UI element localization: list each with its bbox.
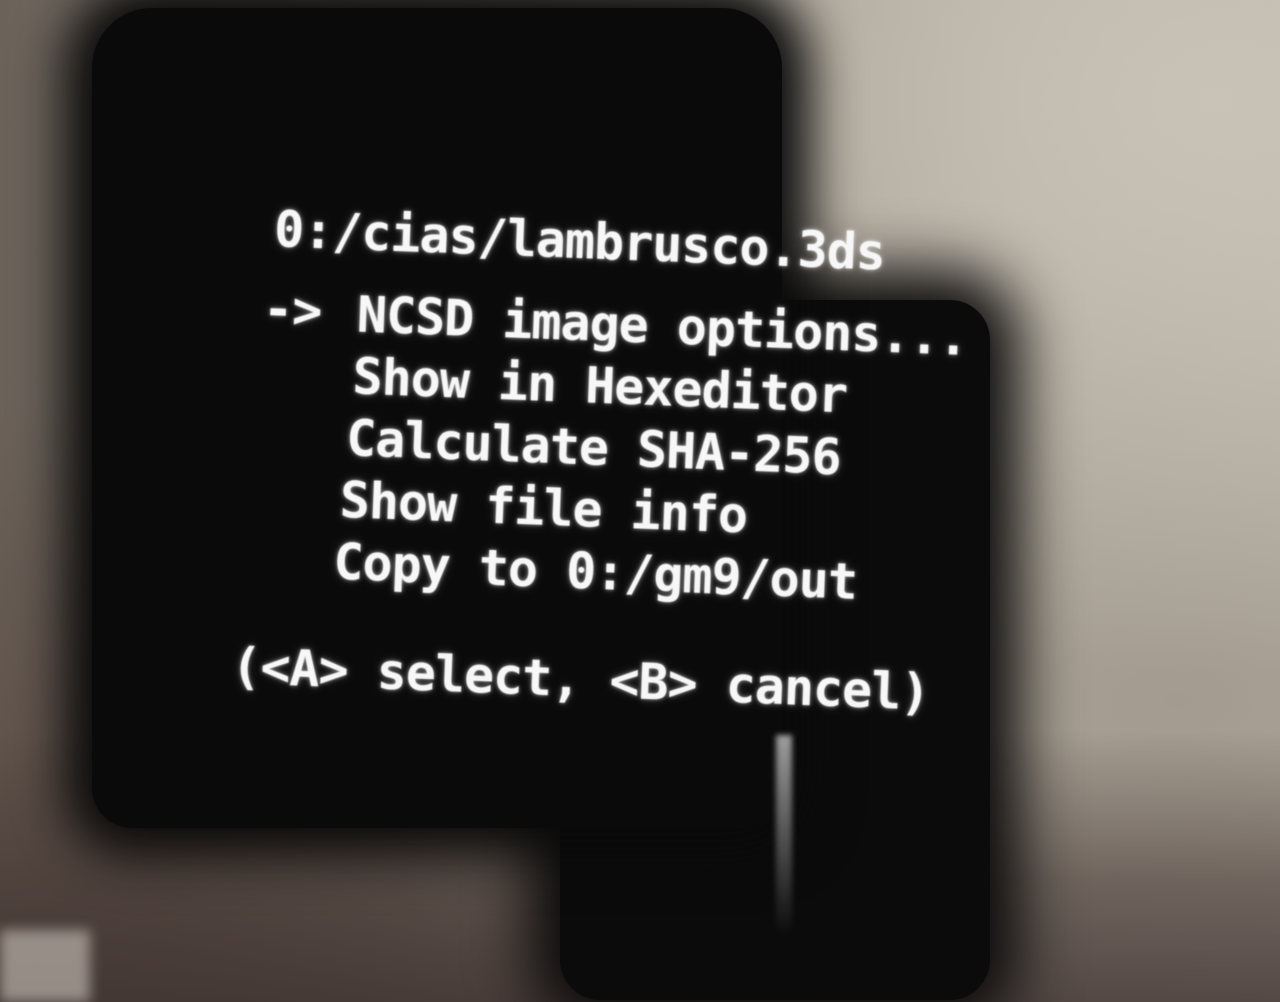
controls-hint: (<A> select, <B> cancel) [230, 637, 931, 722]
menu-item-copy-to-out[interactable]: Copy to 0:/gm9/out [332, 532, 858, 612]
file-context-menu: 0:/cias/lambrusco.3ds -> NCSD image opti… [0, 0, 1280, 1002]
file-path-title: 0:/cias/lambrusco.3ds [273, 200, 887, 282]
selection-cursor-icon: -> [262, 279, 323, 341]
